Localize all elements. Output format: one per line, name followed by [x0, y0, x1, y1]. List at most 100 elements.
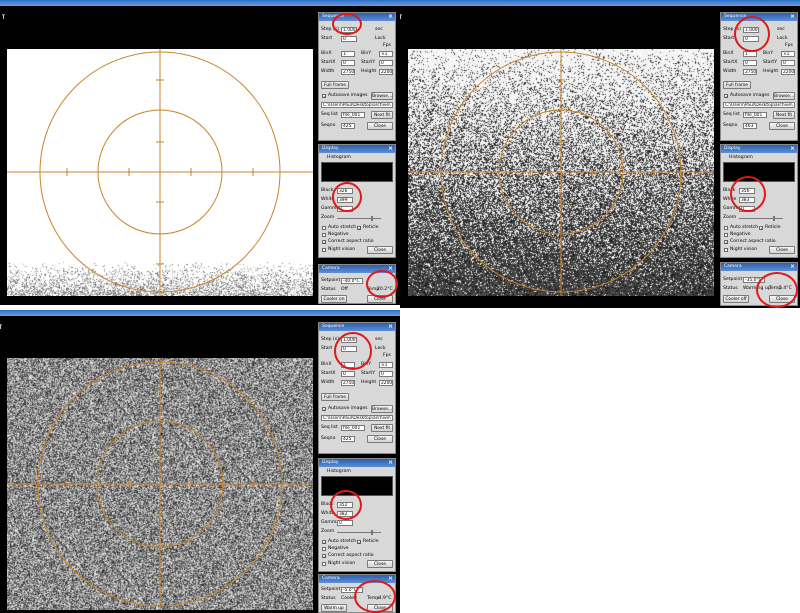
display-close-button[interactable]: Close	[367, 246, 393, 254]
night-vision-checkbox[interactable]	[322, 562, 326, 566]
start-label: Start	[321, 36, 333, 41]
reticle-checkbox[interactable]: ✓	[759, 226, 763, 231]
autosave-label: Autosave images	[328, 406, 368, 411]
cooler-button[interactable]: Cooler off	[723, 295, 749, 303]
next-fit-button[interactable]: Next fit	[371, 424, 393, 432]
width-input[interactable]: 2750	[743, 69, 757, 75]
sequence-close-button[interactable]: Close	[769, 122, 795, 130]
height-label: Height	[361, 380, 377, 385]
autostretch-checkbox[interactable]	[322, 226, 326, 230]
negative-checkbox[interactable]	[724, 233, 728, 237]
correct-aspect-checkbox[interactable]: ✓	[724, 240, 728, 245]
zoom-slider-thumb[interactable]	[371, 216, 373, 221]
close-icon[interactable]: ×	[388, 13, 393, 21]
close-icon[interactable]: ×	[388, 145, 393, 153]
height-input[interactable]: 2200	[379, 69, 393, 75]
autostretch-checkbox[interactable]: ✓	[322, 540, 326, 545]
height-label: Height	[763, 69, 779, 74]
start-label: Start	[723, 36, 735, 41]
binx-select[interactable]: 1	[341, 51, 355, 57]
biny-select[interactable]: ×1	[781, 51, 795, 57]
negative-checkbox[interactable]	[322, 233, 326, 237]
image-viewer[interactable]	[7, 358, 313, 610]
cooler-button[interactable]: Warm up	[321, 604, 347, 612]
full-frame-button[interactable]: Full frame	[321, 393, 349, 401]
negative-label: Negative	[328, 232, 349, 237]
zoom-slider[interactable]	[739, 218, 783, 219]
starty-input[interactable]: 0	[379, 371, 393, 377]
biny-select[interactable]: ×1	[379, 362, 393, 368]
sequence-close-button[interactable]: Close	[367, 435, 393, 443]
seqnum-select[interactable]: file_001	[743, 112, 767, 118]
path-field[interactable]: C:\Users\Paul\Desktop\archive\	[321, 415, 393, 421]
path-field[interactable]: C:\Users\Paul\Desktop\archive\	[723, 102, 795, 108]
reticle-label: Reticle	[765, 225, 781, 230]
night-vision-checkbox[interactable]	[724, 248, 728, 252]
starty-input[interactable]: 0	[379, 60, 393, 66]
close-icon[interactable]: ×	[388, 323, 393, 331]
close-icon[interactable]: ×	[790, 263, 795, 271]
histogram-label: Histogram	[729, 155, 753, 160]
negative-label: Negative	[328, 546, 349, 551]
autosave-checkbox[interactable]: ✓	[322, 407, 326, 412]
negative-checkbox[interactable]	[322, 547, 326, 551]
width-input[interactable]: 2750	[341, 69, 355, 75]
zoom-slider[interactable]	[337, 532, 381, 533]
height-input[interactable]: 2200	[379, 380, 393, 386]
browse-button[interactable]: Browse...	[773, 92, 795, 100]
startx-input[interactable]: 0	[341, 371, 355, 377]
correct-aspect-checkbox[interactable]: ✓	[322, 240, 326, 245]
full-frame-button[interactable]: Full frame	[321, 81, 349, 89]
seqno-input[interactable]: 425	[341, 123, 355, 129]
starty-input[interactable]: 0	[781, 60, 795, 66]
status-label: Status	[321, 287, 336, 292]
night-vision-checkbox[interactable]	[322, 248, 326, 252]
image-viewer[interactable]	[408, 49, 714, 296]
pin-icon[interactable]: т	[1, 12, 6, 21]
autosave-checkbox[interactable]: ✓	[724, 94, 728, 99]
correct-aspect-checkbox[interactable]: ✓	[322, 554, 326, 559]
pin-icon[interactable]: т	[400, 12, 403, 21]
sequence-close-button[interactable]: Close	[367, 122, 393, 130]
close-icon[interactable]: ×	[388, 459, 393, 467]
autostretch-checkbox[interactable]	[724, 226, 728, 230]
next-fit-button[interactable]: Next fit	[371, 111, 393, 119]
zoom-slider-thumb[interactable]	[773, 216, 775, 221]
seqnum-select[interactable]: file_001	[341, 425, 365, 431]
next-fit-button[interactable]: Next fit	[773, 111, 795, 119]
browse-button[interactable]: Browse...	[371, 92, 393, 100]
seqnum-select[interactable]: file_001	[341, 112, 365, 118]
start-input[interactable]: 0	[341, 36, 357, 42]
seqno-input[interactable]: 463	[743, 123, 757, 129]
negative-label: Negative	[730, 232, 751, 237]
reticle-checkbox[interactable]: ✓	[357, 540, 361, 545]
lock-label: Lock	[375, 346, 386, 351]
seqno-input[interactable]: 425	[341, 436, 355, 442]
seqno-label: Seqno	[723, 123, 738, 128]
startx-input[interactable]: 0	[341, 60, 355, 66]
setpoint-input[interactable]: -40.0°C	[341, 278, 363, 284]
pin-icon[interactable]: т	[0, 322, 3, 331]
close-icon[interactable]: ×	[790, 145, 795, 153]
binx-label: BinX	[321, 51, 332, 56]
display-close-button[interactable]: Close	[769, 246, 795, 254]
zoom-slider[interactable]	[337, 218, 381, 219]
cooler-button[interactable]: Cooler on	[321, 295, 347, 303]
image-viewer[interactable]	[7, 49, 313, 296]
highlight-circle-step	[332, 13, 362, 35]
close-icon[interactable]: ×	[388, 575, 393, 583]
gamma-input[interactable]: 0	[337, 520, 353, 526]
zoom-slider-thumb[interactable]	[371, 530, 373, 535]
full-frame-button[interactable]: Full frame	[723, 81, 751, 89]
height-input[interactable]: 2200	[781, 69, 795, 75]
path-field[interactable]: C:\Users\Paul\Desktop\archive\	[321, 102, 393, 108]
sec-label: sec	[375, 337, 383, 342]
close-icon[interactable]: ×	[790, 13, 795, 21]
startx-input[interactable]: 0	[743, 60, 757, 66]
biny-select[interactable]: ×1	[379, 51, 393, 57]
browse-button[interactable]: Browse...	[371, 405, 393, 413]
reticle-checkbox[interactable]: ✓	[357, 226, 361, 231]
display-close-button[interactable]: Close	[367, 560, 393, 568]
autosave-checkbox[interactable]: ✓	[322, 94, 326, 99]
width-input[interactable]: 2750	[341, 380, 355, 386]
